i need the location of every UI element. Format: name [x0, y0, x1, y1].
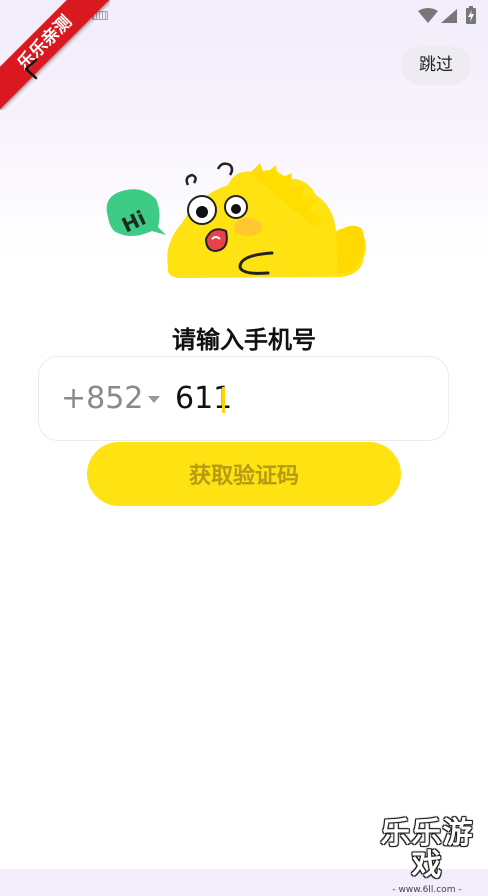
- text-cursor: [222, 387, 225, 413]
- hi-speech-bubble: Hi: [106, 189, 166, 237]
- page-title: 请输入手机号: [172, 326, 316, 354]
- watermark-url: - www.6ll.com -: [392, 885, 462, 895]
- cellular-signal-icon: [441, 9, 457, 23]
- battery-charging-icon: [466, 6, 476, 24]
- phone-number-input[interactable]: [175, 375, 405, 421]
- watermark-title: 乐乐游戏: [380, 816, 474, 883]
- dropdown-caret-icon[interactable]: [147, 395, 161, 404]
- ribbon-text: 乐乐亲测: [0, 0, 110, 110]
- site-watermark: 乐乐游戏 - www.6ll.com -: [372, 818, 482, 896]
- country-code-selector[interactable]: +852: [61, 381, 143, 416]
- corner-ribbon: 乐乐亲测: [0, 0, 110, 110]
- mascot-illustration: Hi: [106, 162, 366, 278]
- get-code-button[interactable]: 获取验证码: [87, 442, 401, 506]
- back-arrow-icon[interactable]: [22, 58, 42, 80]
- wifi-icon: [418, 8, 438, 23]
- phone-input-container: +852: [38, 356, 449, 441]
- skip-button[interactable]: 跳过: [401, 45, 471, 85]
